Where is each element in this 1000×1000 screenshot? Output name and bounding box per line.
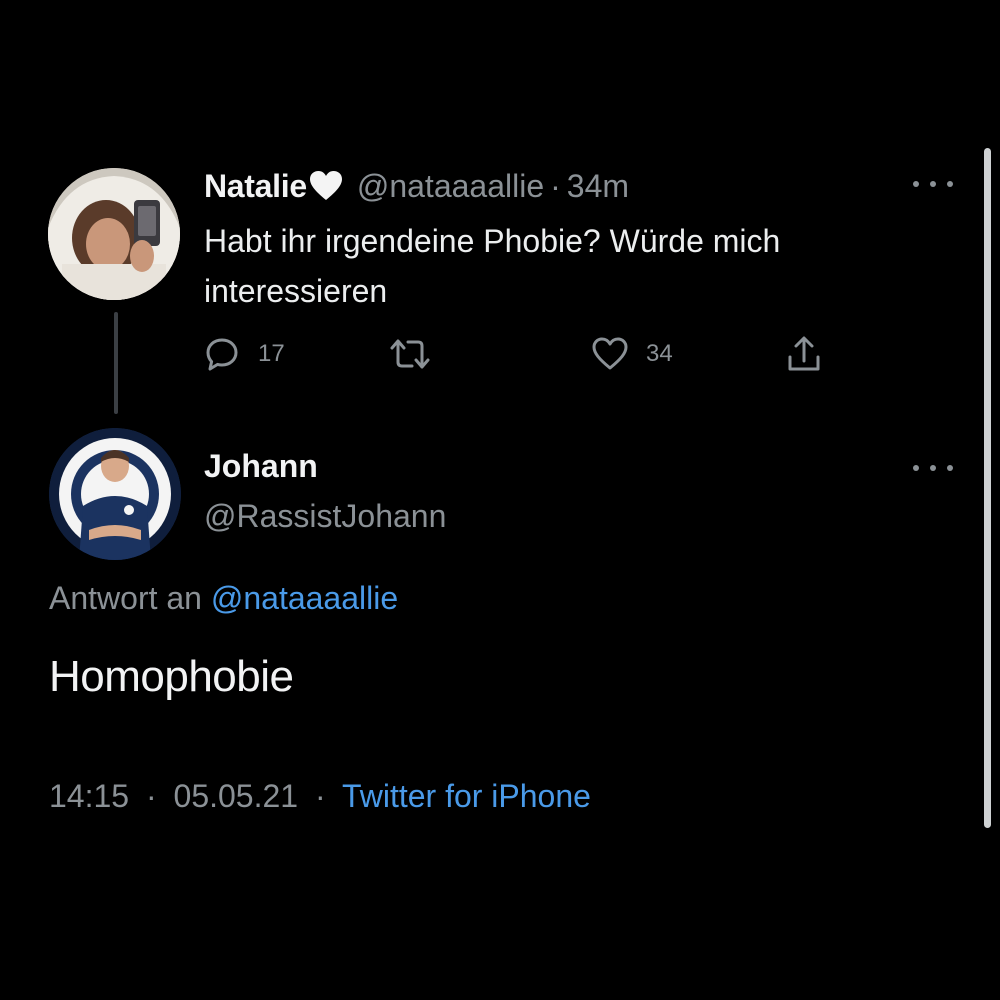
thread-connector-line: [114, 312, 118, 414]
more-horizontal-icon[interactable]: [913, 462, 953, 474]
tweet-metadata: 14:15 · 05.05.21 · Twitter for iPhone: [49, 778, 591, 815]
tweet-source-link[interactable]: Twitter for iPhone: [342, 778, 591, 814]
more-horizontal-icon[interactable]: [913, 178, 953, 190]
white-heart-icon: [309, 170, 343, 202]
tweet-time[interactable]: 14:15: [49, 778, 129, 814]
avatar-johann-image: [49, 428, 181, 560]
reply-button[interactable]: 17: [204, 334, 285, 374]
parent-tweet-header: Natalie @nataaaallie · 34m: [204, 164, 629, 208]
comment-bubble-icon: [206, 338, 238, 371]
retweet-button[interactable]: [388, 334, 450, 374]
share-button[interactable]: [786, 334, 822, 374]
reply-tweet-text: Homophobie: [49, 652, 294, 701]
reply-handle[interactable]: @RassistJohann: [204, 498, 446, 535]
like-count: 34: [646, 340, 673, 367]
replying-to-handle-link[interactable]: @nataaaallie: [211, 580, 398, 616]
avatar-natalie[interactable]: [48, 168, 180, 300]
meta-separator-2: ·: [314, 778, 326, 814]
like-button[interactable]: 34: [592, 334, 673, 374]
tweet-thread-screen: Natalie @nataaaallie · 34m Habt ihr irge…: [0, 0, 1000, 1000]
share-upload-icon: [788, 336, 820, 371]
parent-time-ago[interactable]: 34m: [567, 168, 629, 205]
meta-separator-1: ·: [145, 778, 157, 814]
scrollbar[interactable]: [984, 148, 991, 828]
reply-count: 17: [258, 340, 285, 367]
parent-tweet-text: Habt ihr irgendeine Phobie? Würde mich i…: [204, 223, 781, 309]
parent-handle[interactable]: @nataaaallie: [357, 168, 544, 205]
reply-display-name[interactable]: Johann: [204, 448, 318, 485]
parent-display-name[interactable]: Natalie: [204, 168, 307, 205]
avatar-natalie-image: [48, 168, 180, 300]
header-separator: ·: [550, 167, 561, 204]
heart-outline-icon: [592, 337, 628, 370]
avatar-johann[interactable]: [49, 428, 181, 560]
retweet-icon: [390, 339, 430, 369]
replying-to-label: Antwort an: [49, 580, 202, 616]
tweet-date[interactable]: 05.05.21: [174, 778, 299, 814]
replying-to-line: Antwort an @nataaaallie: [49, 580, 398, 617]
